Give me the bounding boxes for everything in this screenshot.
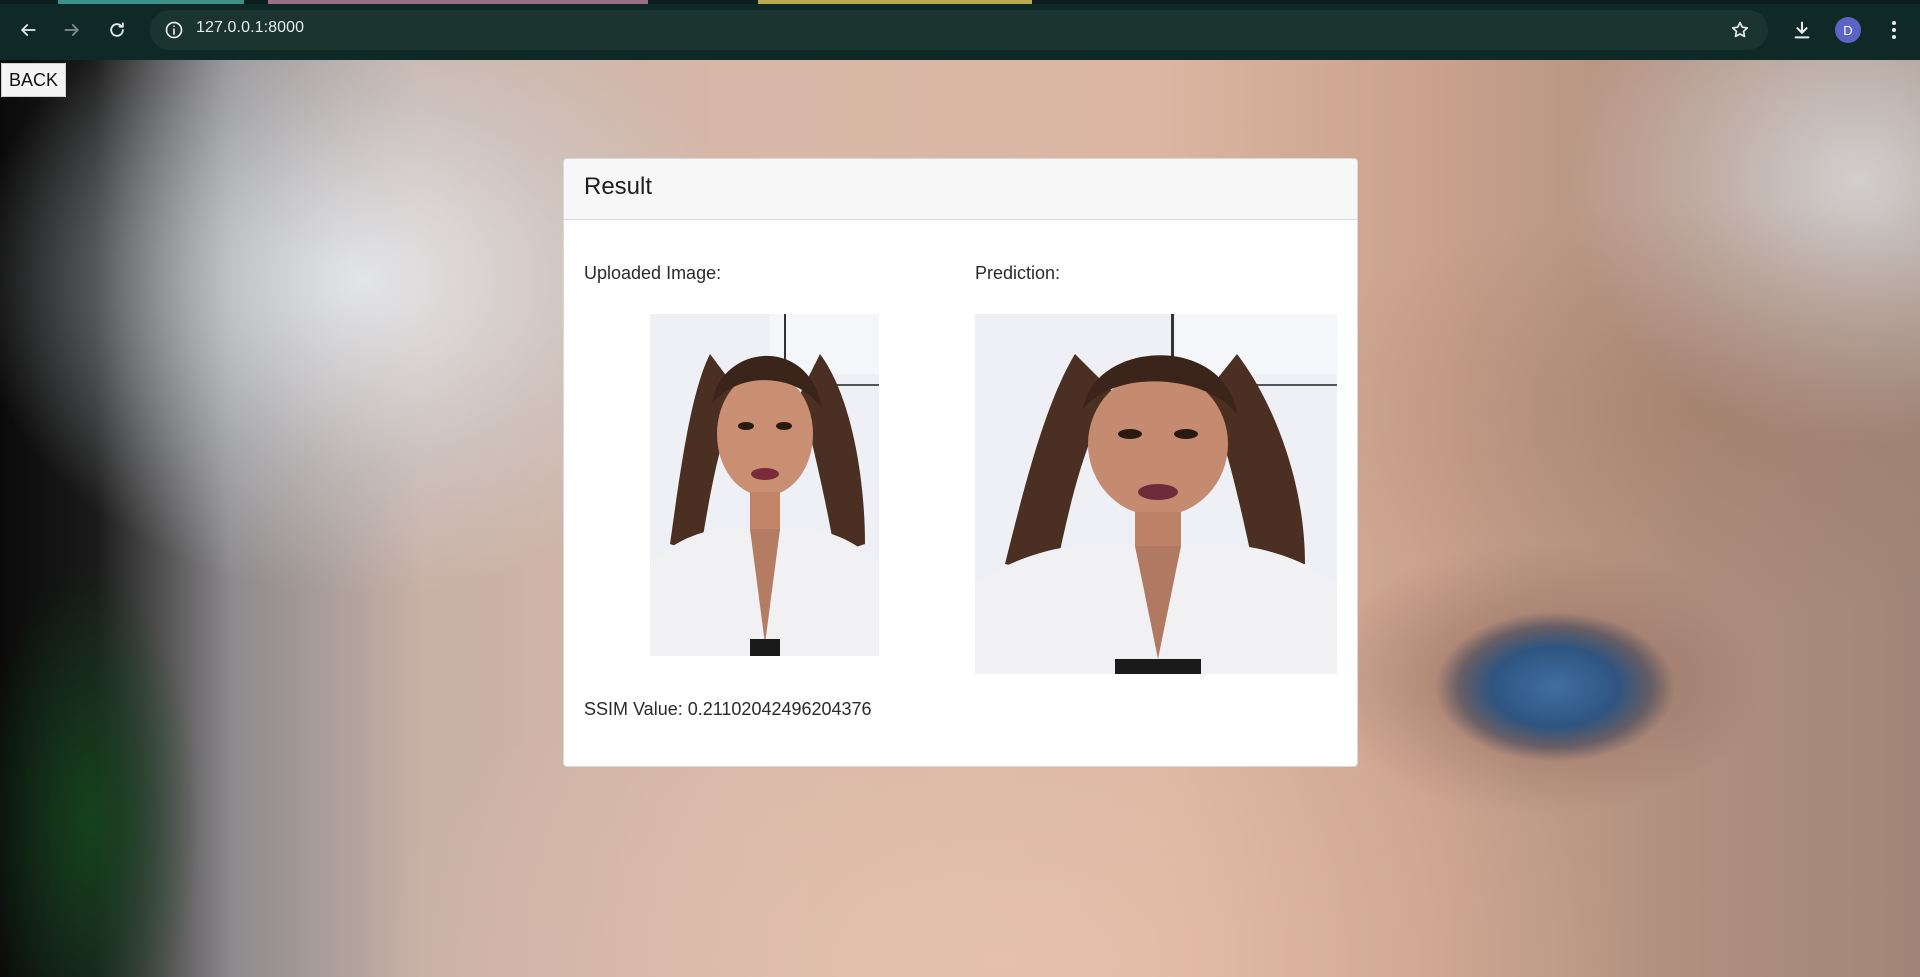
arrow-right-icon [64, 24, 79, 36]
url-text[interactable]: 127.0.0.1:8000 [196, 19, 304, 37]
site-info-button[interactable] [160, 16, 188, 44]
uploaded-image-label: Uploaded Image: [584, 263, 722, 283]
prediction-label: Prediction: [975, 263, 1061, 283]
back-nav-button[interactable] [12, 14, 44, 46]
forward-nav-button[interactable] [56, 14, 88, 46]
tab-strip [0, 0, 1920, 4]
back-button[interactable]: BACK [1, 63, 67, 97]
reload-button[interactable] [101, 14, 133, 46]
downloads-button[interactable] [1786, 14, 1818, 46]
reload-icon [110, 22, 124, 37]
bookmark-button[interactable] [1726, 16, 1754, 44]
info-icon [165, 21, 183, 39]
result-card: Result Uploaded Image: Prediction: SSIM … [563, 158, 1358, 767]
tab-indicator[interactable] [268, 0, 648, 4]
tab-indicator[interactable] [58, 0, 244, 4]
uploaded-image [650, 314, 879, 656]
address-bar[interactable]: 127.0.0.1:8000 [150, 10, 1768, 50]
browser-toolbar: 127.0.0.1:8000 D [0, 0, 1920, 60]
tab-indicator[interactable] [758, 0, 1032, 4]
card-title: Result [584, 173, 653, 200]
kebab-menu-icon [1892, 21, 1896, 39]
download-icon [1794, 21, 1810, 39]
card-header: Result [564, 159, 1357, 220]
prediction-image [975, 314, 1337, 674]
browser-menu-button[interactable] [1880, 14, 1908, 46]
star-icon [1731, 21, 1749, 38]
arrow-left-icon [21, 24, 36, 36]
page-viewport: BACK Result Uploaded Image: Prediction: [0, 60, 1920, 977]
profile-avatar[interactable]: D [1835, 17, 1861, 43]
ssim-value: SSIM Value: 0.21102042496204376 [584, 699, 872, 719]
